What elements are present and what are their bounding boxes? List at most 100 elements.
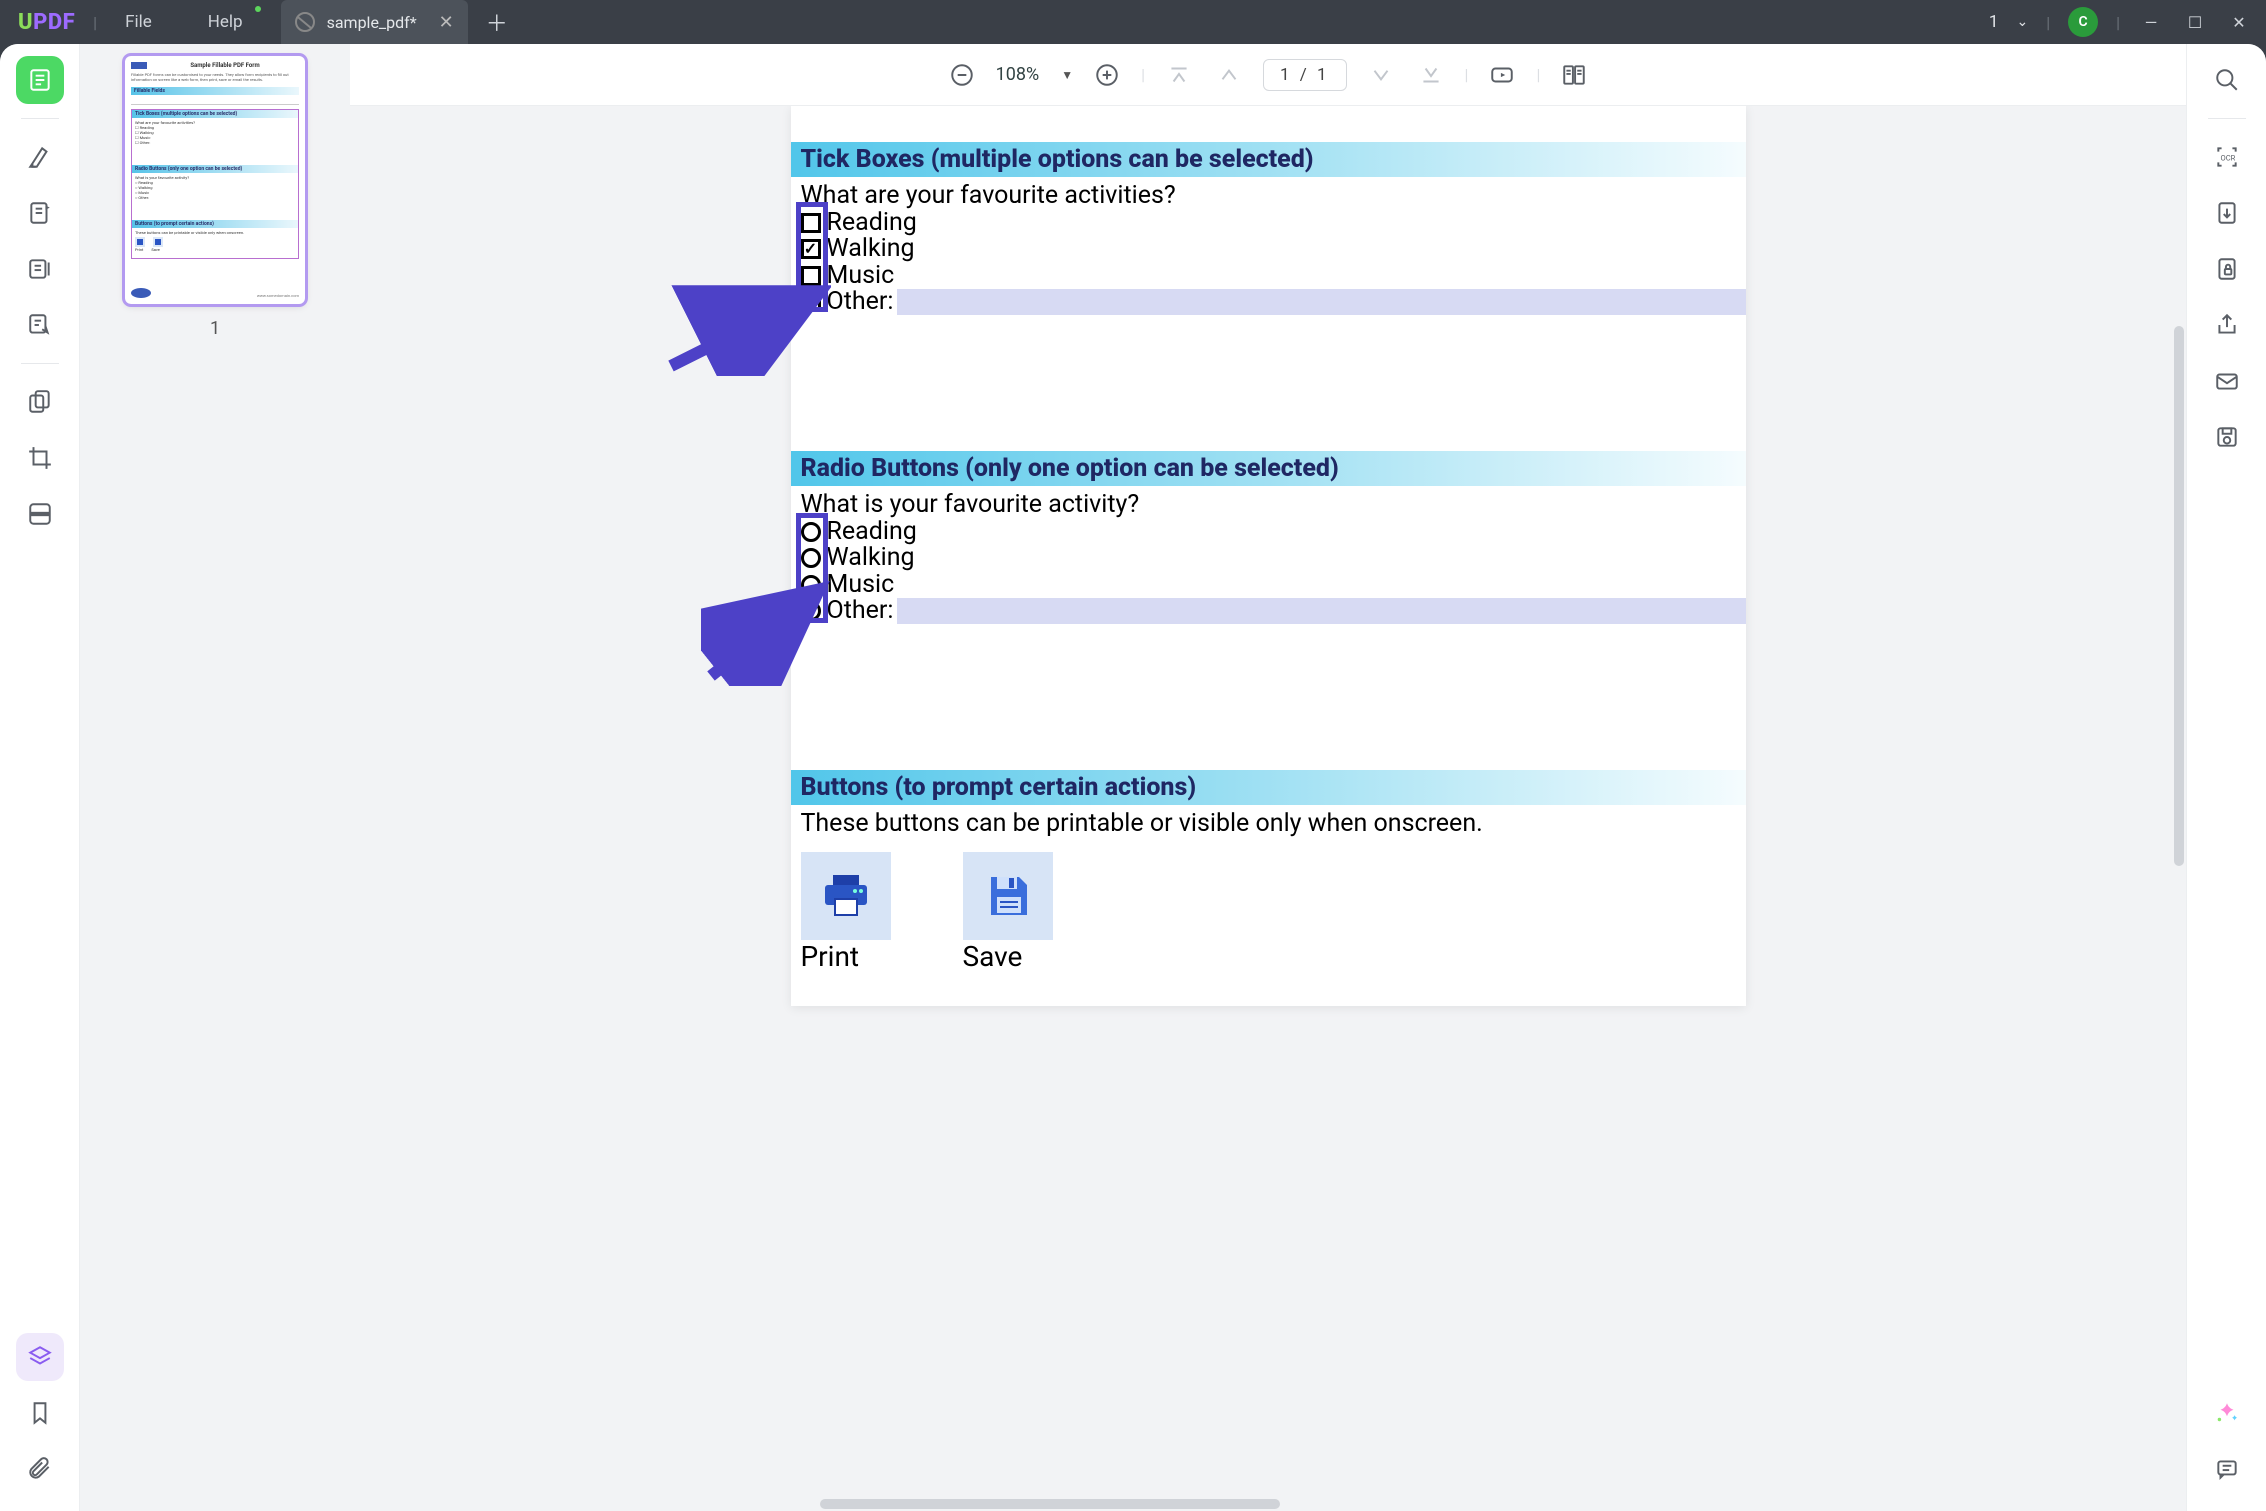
workspace: Sample Fillable PDF Form Fillable PDF fo…: [0, 44, 2266, 1511]
page-layout-button[interactable]: [1558, 59, 1590, 91]
last-page-button[interactable]: [1415, 59, 1447, 91]
horizontal-scrollbar[interactable]: [820, 1499, 1280, 1509]
new-tab-button[interactable]: ＋: [486, 6, 508, 38]
window-index[interactable]: 1: [1989, 12, 1999, 32]
view-toolbar: 108% ▼ | 1 / 1 | |: [350, 44, 2186, 106]
logo-letters-pdf: PDF: [33, 10, 75, 35]
mini-fillable-heading: Fillable Fields: [131, 87, 299, 95]
document-tab[interactable]: sample_pdf* ✕: [281, 0, 468, 44]
comments-panel-button[interactable]: [2203, 1445, 2251, 1493]
page-viewport[interactable]: Tick Boxes (multiple options can be sele…: [350, 106, 2186, 1511]
menu-file[interactable]: File: [97, 0, 180, 44]
left-toolbar: [0, 44, 80, 1511]
organize-pages-button[interactable]: [16, 378, 64, 426]
window-maximize-button[interactable]: ☐: [2182, 13, 2208, 32]
ai-assistant-button[interactable]: [2203, 1389, 2251, 1437]
comment-tool-button[interactable]: [16, 189, 64, 237]
window-minimize-button[interactable]: —: [2138, 13, 2164, 32]
protect-button[interactable]: [2203, 245, 2251, 293]
pdf-save-label: Save: [963, 940, 1053, 973]
mini-button-note: These buttons can be printable or visibl…: [135, 230, 295, 235]
avatar-letter: C: [2079, 14, 2088, 30]
pdf-page: Tick Boxes (multiple options can be sele…: [791, 106, 1746, 1006]
separator: |: [2116, 13, 2120, 32]
mini-radio-heading: Radio Buttons (only one option can be se…: [132, 165, 298, 173]
annotation-arrow-icon: [661, 276, 831, 376]
zoom-in-button[interactable]: [1091, 59, 1123, 91]
radio-walking-label: Walking: [827, 545, 915, 571]
checkbox-walking-row: Walking: [791, 236, 1746, 262]
update-dot-icon: [255, 6, 261, 12]
checkbox-walking-label: Walking: [827, 236, 915, 262]
mini-blurb: Fillable PDF forms can be customised to …: [131, 73, 299, 83]
layers-button[interactable]: [16, 1333, 64, 1381]
email-button[interactable]: [2203, 357, 2251, 405]
separator: |: [1141, 65, 1145, 84]
menu-file-label: File: [125, 12, 152, 32]
page-thumbnail[interactable]: Sample Fillable PDF Form Fillable PDF fo…: [125, 56, 305, 304]
radio-walking-row: Walking: [791, 545, 1746, 571]
checkbox-other-input[interactable]: [897, 289, 1745, 315]
convert-button[interactable]: [2203, 189, 2251, 237]
zoom-value[interactable]: 108%: [996, 64, 1040, 85]
window-close-button[interactable]: ✕: [2226, 13, 2252, 32]
page-indicator[interactable]: 1 / 1: [1263, 59, 1347, 91]
checkbox-other-label: Other:: [827, 289, 894, 315]
save-as-button[interactable]: [2203, 413, 2251, 461]
presentation-mode-button[interactable]: [1486, 59, 1518, 91]
radio-reading-label: Reading: [827, 519, 917, 545]
search-button[interactable]: [2203, 56, 2251, 104]
form-tool-button[interactable]: [16, 301, 64, 349]
separator: [21, 363, 59, 364]
zoom-dropdown-icon[interactable]: ▼: [1061, 68, 1073, 82]
annotation-arrow-icon: [701, 576, 831, 686]
mini-logo-icon: [131, 62, 147, 69]
save-icon: [983, 873, 1033, 919]
mini-footer-logo-icon: [131, 288, 151, 298]
first-page-button[interactable]: [1163, 59, 1195, 91]
ocr-button[interactable]: OCR: [2203, 133, 2251, 181]
mini-tick-heading: Tick Boxes (multiple options can be sele…: [132, 110, 298, 118]
tick-question: What are your favourite activities?: [791, 177, 1746, 210]
highlight-tool-button[interactable]: [16, 133, 64, 181]
menu-help[interactable]: Help: [180, 0, 271, 44]
title-bar: UPDF | File Help sample_pdf* ✕ ＋ 1 ⌄ | C…: [0, 0, 2266, 44]
radio-other-input[interactable]: [897, 598, 1745, 624]
separator: |: [1465, 65, 1469, 84]
radio-other-row: Other:: [791, 598, 1746, 624]
attachment-button[interactable]: [16, 1445, 64, 1493]
radio-music-label: Music: [827, 572, 895, 598]
vertical-scrollbar[interactable]: [2174, 326, 2184, 866]
zoom-out-button[interactable]: [946, 59, 978, 91]
svg-text:OCR: OCR: [2220, 153, 2235, 162]
right-toolbar: OCR: [2186, 44, 2266, 1511]
pdf-print-button[interactable]: [801, 852, 891, 940]
pdf-save-button[interactable]: [963, 852, 1053, 940]
checkbox-music-row: Music: [791, 263, 1746, 289]
checkbox-reading-row: Reading: [791, 210, 1746, 236]
next-page-button[interactable]: [1365, 59, 1397, 91]
tab-doc-icon: [295, 12, 315, 32]
edit-text-tool-button[interactable]: [16, 245, 64, 293]
redact-tool-button[interactable]: [16, 490, 64, 538]
radio-question: What is your favourite activity?: [791, 486, 1746, 519]
separator: [21, 118, 59, 119]
radio-buttons-heading: Radio Buttons (only one option can be se…: [791, 451, 1746, 486]
radio-reading-row: Reading: [791, 519, 1746, 545]
radio-other-label: Other:: [827, 598, 894, 624]
mini-footer-url: www.somedomain.com: [257, 293, 299, 298]
close-tab-button[interactable]: ✕: [439, 12, 454, 33]
share-button[interactable]: [2203, 301, 2251, 349]
radio-music-row: Music: [791, 572, 1746, 598]
prev-page-button[interactable]: [1213, 59, 1245, 91]
crop-tool-button[interactable]: [16, 434, 64, 482]
reader-mode-button[interactable]: [16, 56, 64, 104]
bookmark-button[interactable]: [16, 1389, 64, 1437]
user-avatar[interactable]: C: [2068, 7, 2098, 37]
pdf-print-label: Print: [801, 940, 891, 973]
app-logo: UPDF: [18, 10, 75, 35]
checkbox-music-label: Music: [827, 263, 895, 289]
chevron-down-icon[interactable]: ⌄: [2016, 14, 2028, 30]
checkbox-reading-label: Reading: [827, 210, 917, 236]
separator: |: [2046, 13, 2050, 32]
